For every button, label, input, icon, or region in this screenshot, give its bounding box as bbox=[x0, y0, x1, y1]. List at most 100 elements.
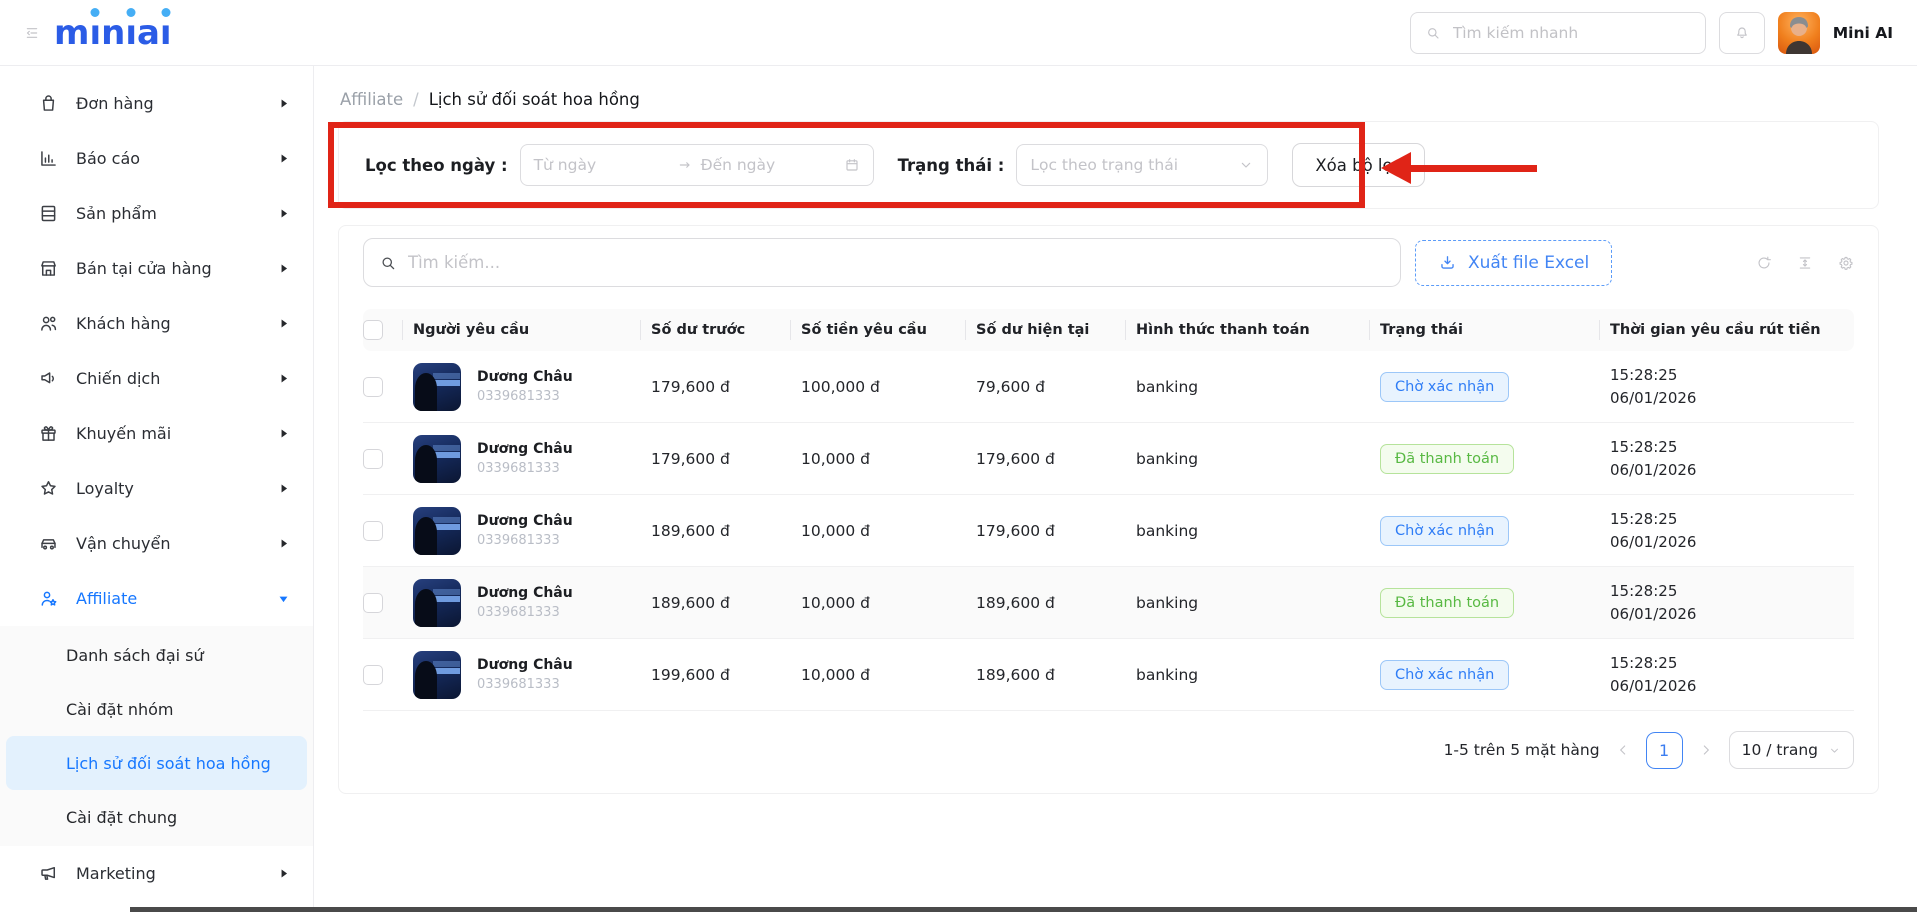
sidebar-item[interactable]: Vận chuyển bbox=[0, 516, 313, 571]
caret-right-icon bbox=[278, 373, 289, 384]
customers-icon bbox=[38, 313, 59, 334]
requester-avatar bbox=[413, 507, 461, 555]
row-height-button[interactable] bbox=[1797, 255, 1813, 271]
sidebar-item-label: Khuyến mãi bbox=[76, 424, 261, 443]
sidebar-item-label: Chiến dịch bbox=[76, 369, 261, 388]
pagination-page-1[interactable]: 1 bbox=[1646, 732, 1683, 769]
sidebar-item[interactable]: Khách hàng bbox=[0, 296, 313, 351]
date-from-placeholder[interactable]: Từ ngày bbox=[534, 156, 669, 174]
sidebar-item[interactable]: Báo cáo bbox=[0, 131, 313, 186]
requester-cell: Dương Châu 0339681333 bbox=[413, 363, 631, 411]
cell-payment-method: banking bbox=[1126, 351, 1370, 423]
table-row: Dương Châu 0339681333 189,600 đ 10,000 đ… bbox=[363, 495, 1854, 567]
requester-cell: Dương Châu 0339681333 bbox=[413, 579, 631, 627]
requester-phone: 0339681333 bbox=[477, 461, 573, 476]
cell-balance-before: 199,600 đ bbox=[641, 639, 791, 711]
sidebar-item-label: Vận chuyển bbox=[76, 534, 261, 553]
settings-button[interactable] bbox=[1838, 255, 1854, 271]
status-badge: Chờ xác nhận bbox=[1380, 516, 1509, 546]
caret-right-icon bbox=[278, 263, 289, 274]
row-checkbox[interactable] bbox=[363, 665, 383, 685]
sidebar-item[interactable]: Chiến dịch bbox=[0, 351, 313, 406]
cell-balance-before: 179,600 đ bbox=[641, 423, 791, 495]
marketing-icon bbox=[38, 863, 59, 884]
status-filter-select[interactable]: Lọc theo trạng thái bbox=[1016, 144, 1268, 186]
top-bar: mınıaı Mini AI bbox=[0, 0, 1917, 66]
request-time: 15:28:25 bbox=[1610, 580, 1844, 603]
request-date: 06/01/2026 bbox=[1610, 675, 1844, 698]
cell-balance-current: 179,600 đ bbox=[966, 495, 1126, 567]
breadcrumb-parent[interactable]: Affiliate bbox=[340, 90, 403, 109]
reload-button[interactable] bbox=[1756, 255, 1772, 271]
table-search[interactable] bbox=[363, 238, 1401, 287]
notifications-button[interactable] bbox=[1719, 12, 1765, 54]
breadcrumb-separator: / bbox=[413, 90, 419, 109]
status-badge: Đã thanh toán bbox=[1380, 444, 1514, 474]
row-checkbox[interactable] bbox=[363, 593, 383, 613]
caret-right-icon bbox=[278, 868, 289, 879]
requester-name: Dương Châu bbox=[477, 585, 573, 601]
sidebar-item[interactable]: Sản phẩm bbox=[0, 186, 313, 241]
row-checkbox[interactable] bbox=[363, 377, 383, 397]
sidebar-collapse-button[interactable] bbox=[24, 25, 40, 41]
table-search-input[interactable] bbox=[406, 252, 1385, 273]
date-to-placeholder[interactable]: Đến ngày bbox=[701, 156, 836, 174]
requester-avatar bbox=[413, 363, 461, 411]
sidebar-item-label: Sản phẩm bbox=[76, 204, 261, 223]
global-search[interactable] bbox=[1410, 12, 1706, 54]
sidebar-item[interactable]: Loyalty bbox=[0, 461, 313, 516]
cell-balance-before: 179,600 đ bbox=[641, 351, 791, 423]
status-badge: Chờ xác nhận bbox=[1380, 660, 1509, 690]
sidebar-item[interactable]: Đơn hàng bbox=[0, 76, 313, 131]
submenu-item[interactable]: Cài đặt chung bbox=[6, 790, 307, 844]
main-content: Affiliate / Lịch sử đối soát hoa hồng Lọ… bbox=[314, 66, 1917, 912]
submenu-item[interactable]: Cài đặt nhóm bbox=[6, 682, 307, 736]
cell-amount-requested: 100,000 đ bbox=[791, 351, 966, 423]
main-layout: Đơn hàng Báo cáo Sản phẩm Bán tại cửa hà… bbox=[0, 66, 1917, 912]
request-time: 15:28:25 bbox=[1610, 652, 1844, 675]
pagination-summary: 1-5 trên 5 mặt hàng bbox=[1444, 741, 1600, 759]
table-row: Dương Châu 0339681333 179,600 đ 10,000 đ… bbox=[363, 423, 1854, 495]
commission-table: Người yêu cầu Số dư trước Số tiền yêu cầ… bbox=[363, 309, 1854, 711]
submenu-item[interactable]: Danh sách đại sứ bbox=[6, 628, 307, 682]
pagination-next-button[interactable] bbox=[1698, 742, 1714, 758]
cell-payment-method: banking bbox=[1126, 639, 1370, 711]
status-badge: Chờ xác nhận bbox=[1380, 372, 1509, 402]
date-range-picker[interactable]: Từ ngày Đến ngày bbox=[520, 144, 874, 186]
page-size-select[interactable]: 10 / trang bbox=[1729, 731, 1854, 769]
requester-phone: 0339681333 bbox=[477, 389, 573, 404]
cell-request-time: 15:28:25 06/01/2026 bbox=[1600, 351, 1854, 423]
requester-cell: Dương Châu 0339681333 bbox=[413, 651, 631, 699]
table-tools bbox=[1756, 255, 1854, 271]
pagination-prev-button[interactable] bbox=[1615, 742, 1631, 758]
col-header-requester: Người yêu cầu bbox=[403, 309, 641, 351]
sidebar: Đơn hàng Báo cáo Sản phẩm Bán tại cửa hà… bbox=[0, 66, 314, 912]
bag-icon bbox=[38, 93, 59, 114]
select-all-checkbox[interactable] bbox=[363, 320, 383, 340]
sidebar-item[interactable]: Bán tại cửa hàng bbox=[0, 241, 313, 296]
requester-cell: Dương Châu 0339681333 bbox=[413, 507, 631, 555]
row-checkbox[interactable] bbox=[363, 449, 383, 469]
global-search-input[interactable] bbox=[1451, 23, 1691, 43]
status-badge: Đã thanh toán bbox=[1380, 588, 1514, 618]
table-row: Dương Châu 0339681333 179,600 đ 100,000 … bbox=[363, 351, 1854, 423]
search-icon bbox=[1425, 25, 1441, 41]
sidebar-item[interactable]: Affiliate bbox=[0, 571, 313, 626]
clear-filters-button[interactable]: Xóa bộ lọc bbox=[1292, 143, 1424, 187]
request-date: 06/01/2026 bbox=[1610, 531, 1844, 554]
table-header-row: Người yêu cầu Số dư trước Số tiền yêu cầ… bbox=[363, 309, 1854, 351]
gift-icon bbox=[38, 423, 59, 444]
request-time: 15:28:25 bbox=[1610, 436, 1844, 459]
cell-amount-requested: 10,000 đ bbox=[791, 639, 966, 711]
export-excel-button[interactable]: Xuất file Excel bbox=[1415, 240, 1612, 286]
sidebar-item-label: Đơn hàng bbox=[76, 94, 261, 113]
sidebar-item[interactable]: Marketing bbox=[0, 846, 313, 901]
row-checkbox[interactable] bbox=[363, 521, 383, 541]
caret-right-icon bbox=[278, 208, 289, 219]
requester-avatar bbox=[413, 651, 461, 699]
requester-phone: 0339681333 bbox=[477, 677, 573, 692]
table-row: Dương Châu 0339681333 199,600 đ 10,000 đ… bbox=[363, 639, 1854, 711]
sidebar-item[interactable]: Khuyến mãi bbox=[0, 406, 313, 461]
submenu-item[interactable]: Lịch sử đối soát hoa hồng bbox=[6, 736, 307, 790]
user-avatar[interactable] bbox=[1778, 12, 1820, 54]
